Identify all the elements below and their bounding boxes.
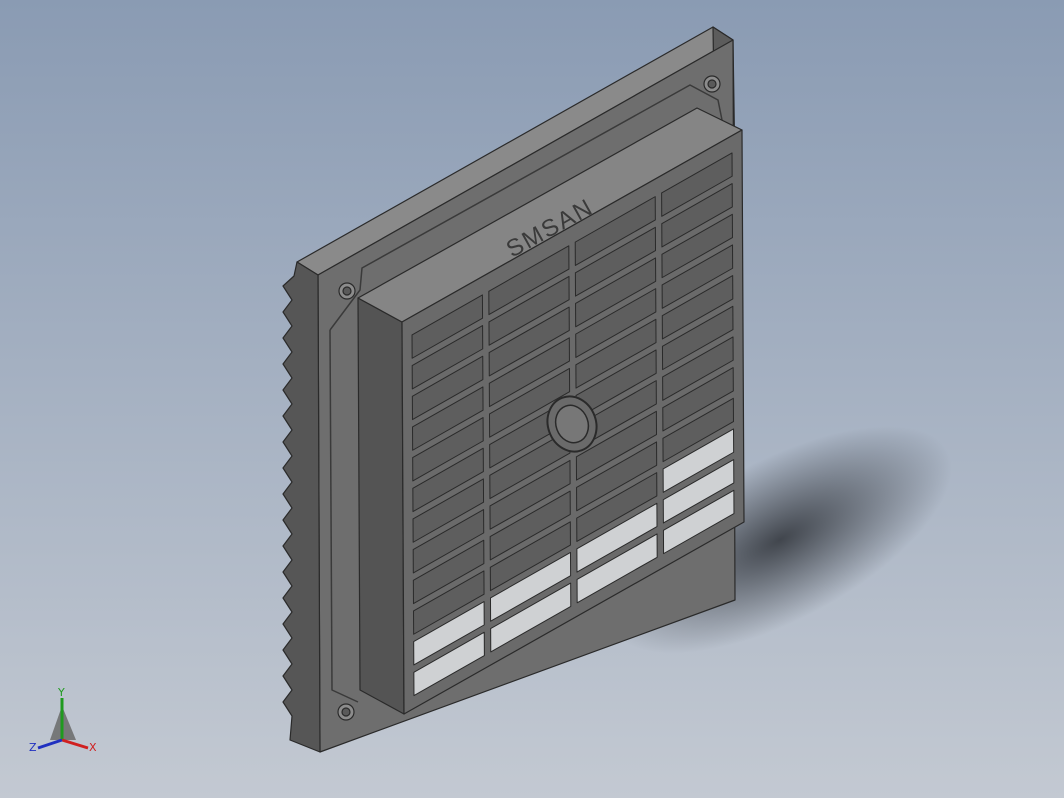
triad-z-axis (37, 738, 63, 750)
mounting-hole-top-right (703, 75, 721, 93)
coordinate-triad: Y X Z (29, 686, 97, 754)
triad-z-label: Z (29, 741, 37, 754)
mounting-hole-top-left (338, 282, 356, 300)
3d-viewport[interactable]: SMSAN (0, 0, 1064, 798)
triad-y-label: Y (57, 686, 65, 699)
frame-left-depth-face (357, 297, 405, 715)
mounting-hole-bottom-left (337, 703, 355, 721)
triad-x-label: X (89, 741, 97, 754)
triad-x-axis (61, 738, 89, 750)
back-plate-side-ribs (282, 261, 321, 753)
